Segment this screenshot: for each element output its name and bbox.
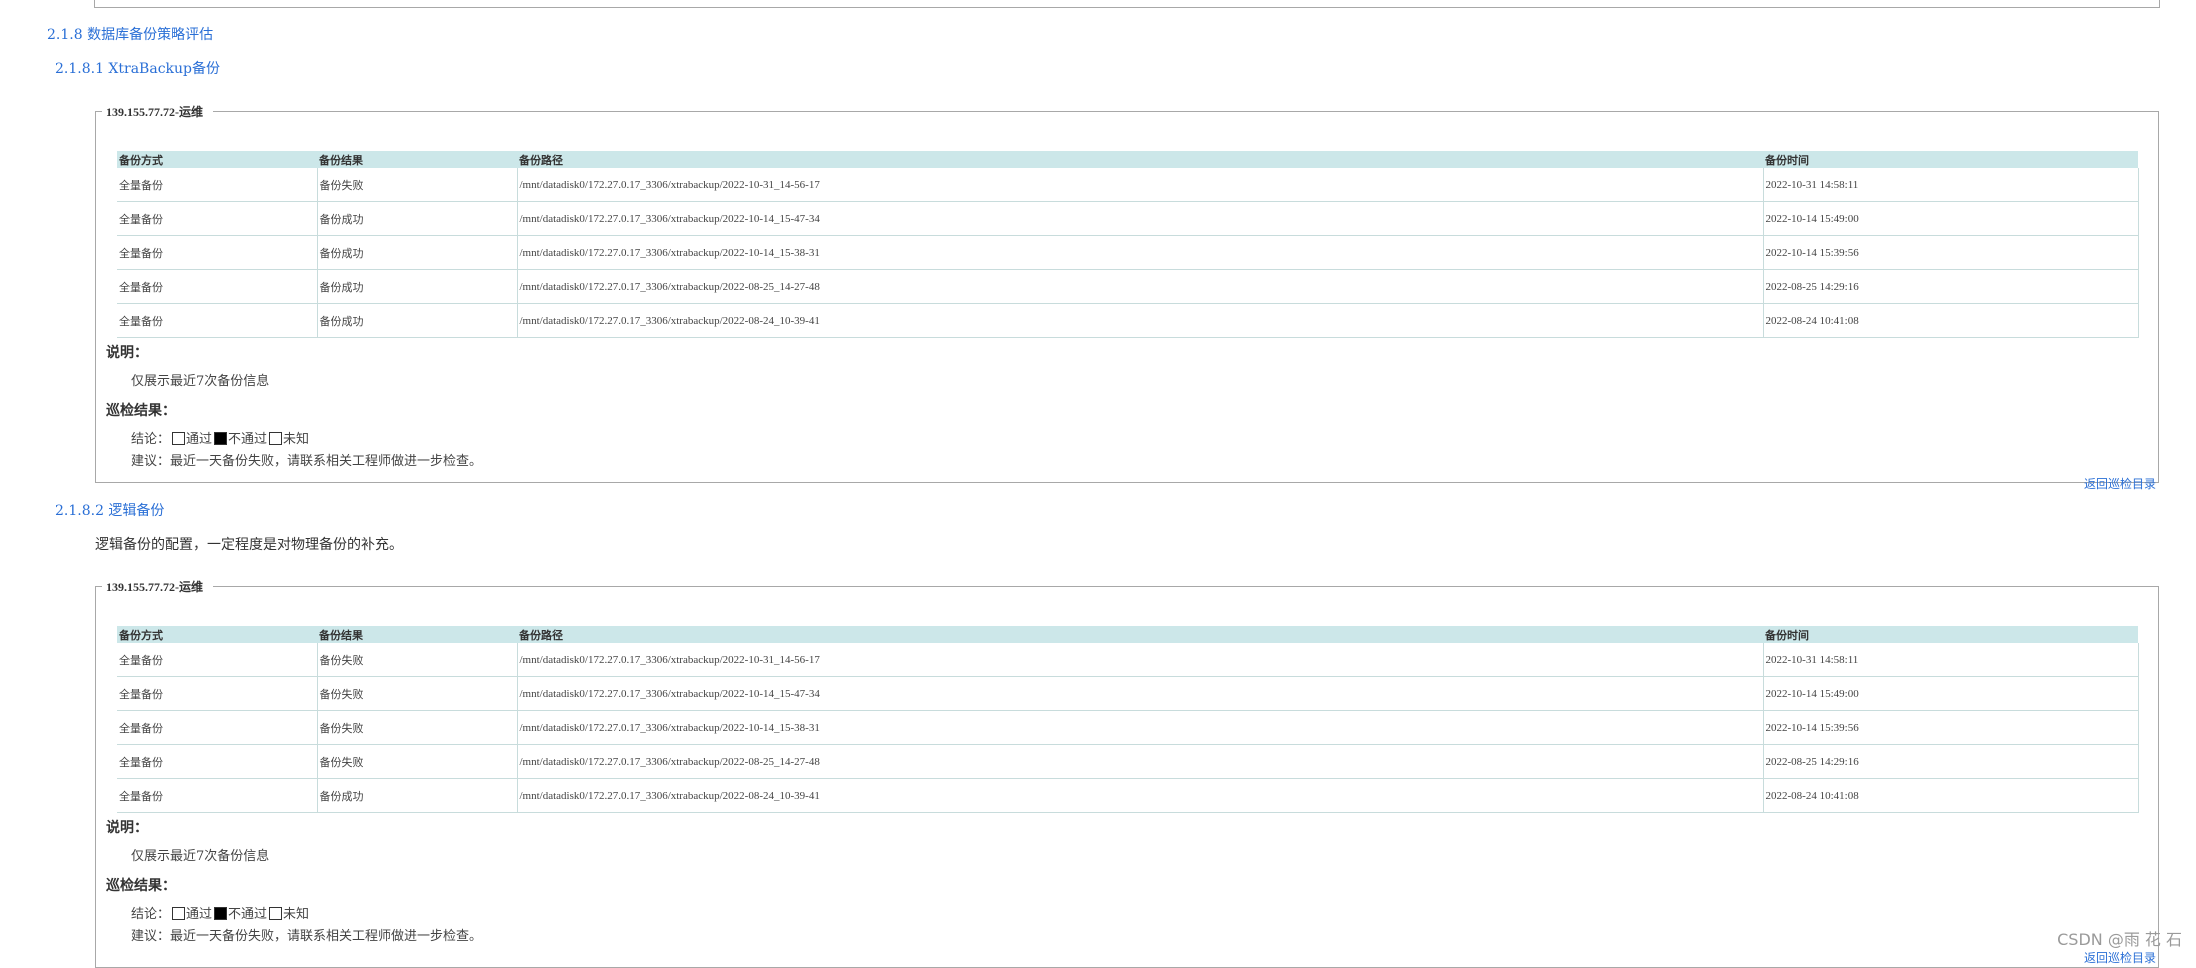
note-text: 仅展示最近7次备份信息 <box>131 849 270 864</box>
cell-path: /mnt/datadisk0/172.27.0.17_3306/xtraback… <box>516 744 1763 779</box>
cell-method: 全量备份 <box>117 235 317 270</box>
note-title: 说明： <box>106 820 148 836</box>
option-fail-label: 不通过 <box>228 907 268 922</box>
cell-time: 2022-10-31 14:58:11 <box>1762 168 2139 202</box>
option-fail-label: 不通过 <box>228 432 268 447</box>
panel-legend: 139.155.77.72-运维 <box>106 105 203 119</box>
table-header-row: 备份方式 备份结果 备份路径 备份时间 <box>117 151 2138 168</box>
cell-method: 全量备份 <box>117 778 317 813</box>
cell-method: 全量备份 <box>117 303 317 338</box>
suggestion-text: 建议：最近一天备份失败，请联系相关工程师做进一步检查。 <box>131 454 483 469</box>
checkbox-fail[interactable] <box>214 907 228 920</box>
table-row: 全量备份 备份失败 /mnt/datadisk0/172.27.0.17_330… <box>117 676 2139 711</box>
table-row: 全量备份 备份失败 /mnt/datadisk0/172.27.0.17_330… <box>117 643 2139 677</box>
option-pass-label: 通过 <box>186 432 213 447</box>
table-header-row: 备份方式 备份结果 备份路径 备份时间 <box>117 626 2138 643</box>
option-pass-label: 通过 <box>186 907 213 922</box>
cell-time: 2022-08-25 14:29:16 <box>1762 744 2139 779</box>
header-method: 备份方式 <box>117 626 317 643</box>
cell-result: 备份成功 <box>316 201 517 236</box>
conclusion-line: 结论： 通过 不通过 未知 <box>131 903 309 922</box>
cell-time: 2022-10-14 15:49:00 <box>1762 201 2139 236</box>
note-text: 仅展示最近7次备份信息 <box>131 374 270 389</box>
table-row: 全量备份 备份成功 /mnt/datadisk0/172.27.0.17_330… <box>117 303 2139 338</box>
cell-time: 2022-10-14 15:49:00 <box>1762 676 2139 711</box>
cell-result: 备份失败 <box>316 710 517 745</box>
checkbox-pass[interactable] <box>172 907 186 920</box>
cell-path: /mnt/datadisk0/172.27.0.17_3306/xtraback… <box>516 269 1763 304</box>
section-heading-2-1-8-2[interactable]: 2.1.8.2 逻辑备份 <box>55 500 164 520</box>
cell-path: /mnt/datadisk0/172.27.0.17_3306/xtraback… <box>516 676 1763 711</box>
panel-legend: 139.155.77.72-运维 <box>106 580 203 594</box>
option-unknown-label: 未知 <box>283 907 310 922</box>
cell-time: 2022-08-25 14:29:16 <box>1762 269 2139 304</box>
backup-panel-logical: 139.155.77.72-运维 备份方式 备份结果 备份路径 备份时间 全量备… <box>95 578 2159 968</box>
section-heading-2-1-8[interactable]: 2.1.8 数据库备份策略评估 <box>47 24 213 44</box>
cell-method: 全量备份 <box>117 201 317 236</box>
cell-path: /mnt/datadisk0/172.27.0.17_3306/xtraback… <box>516 201 1763 236</box>
cell-method: 全量备份 <box>117 269 317 304</box>
header-path: 备份路径 <box>517 151 1763 168</box>
result-title: 巡检结果： <box>106 403 176 419</box>
table-row: 全量备份 备份成功 /mnt/datadisk0/172.27.0.17_330… <box>117 269 2139 304</box>
checkbox-unknown[interactable] <box>269 907 283 920</box>
cell-result: 备份失败 <box>316 676 517 711</box>
back-to-index-link[interactable]: 返回巡检目录 <box>2084 949 2156 966</box>
cell-path: /mnt/datadisk0/172.27.0.17_3306/xtraback… <box>516 643 1763 677</box>
cell-method: 全量备份 <box>117 744 317 779</box>
conclusion-line: 结论： 通过 不通过 未知 <box>131 428 309 447</box>
table-row: 全量备份 备份成功 /mnt/datadisk0/172.27.0.17_330… <box>117 201 2139 236</box>
cell-time: 2022-10-31 14:58:11 <box>1762 643 2139 677</box>
cell-time: 2022-08-24 10:41:08 <box>1762 778 2139 813</box>
backup-table: 备份方式 备份结果 备份路径 备份时间 全量备份 备份失败 /mnt/datad… <box>117 626 2139 813</box>
header-method: 备份方式 <box>117 151 317 168</box>
suggestion-text: 建议：最近一天备份失败，请联系相关工程师做进一步检查。 <box>131 929 483 944</box>
section-heading-2-1-8-1[interactable]: 2.1.8.1 XtraBackup备份 <box>55 58 220 78</box>
conclusion-label: 结论： <box>131 907 171 922</box>
cell-method: 全量备份 <box>117 710 317 745</box>
header-time: 备份时间 <box>1763 626 2138 643</box>
cell-result: 备份失败 <box>316 643 517 677</box>
cell-result: 备份失败 <box>316 744 517 779</box>
result-title: 巡检结果： <box>106 878 176 894</box>
checkbox-unknown[interactable] <box>269 432 283 445</box>
backup-panel-xtrabackup: 139.155.77.72-运维 备份方式 备份结果 备份路径 备份时间 全量备… <box>95 103 2159 491</box>
cell-result: 备份成功 <box>316 269 517 304</box>
cell-result: 备份成功 <box>316 778 517 813</box>
cell-method: 全量备份 <box>117 643 317 677</box>
checkbox-pass[interactable] <box>172 432 186 445</box>
section-description: 逻辑备份的配置，一定程度是对物理备份的补充。 <box>95 537 403 553</box>
option-unknown-label: 未知 <box>283 432 310 447</box>
header-result: 备份结果 <box>317 151 517 168</box>
cell-time: 2022-10-14 15:39:56 <box>1762 235 2139 270</box>
cell-time: 2022-08-24 10:41:08 <box>1762 303 2139 338</box>
cell-time: 2022-10-14 15:39:56 <box>1762 710 2139 745</box>
cell-path: /mnt/datadisk0/172.27.0.17_3306/xtraback… <box>516 168 1763 202</box>
back-to-index-link[interactable]: 返回巡检目录 <box>2084 475 2156 492</box>
header-result: 备份结果 <box>317 626 517 643</box>
note-title: 说明： <box>106 345 148 361</box>
header-path: 备份路径 <box>517 626 1763 643</box>
conclusion-label: 结论： <box>131 432 171 447</box>
backup-table: 备份方式 备份结果 备份路径 备份时间 全量备份 备份失败 /mnt/datad… <box>117 151 2139 338</box>
cell-method: 全量备份 <box>117 676 317 711</box>
cell-result: 备份成功 <box>316 235 517 270</box>
cell-result: 备份成功 <box>316 303 517 338</box>
previous-panel-frame <box>94 0 2160 8</box>
cell-path: /mnt/datadisk0/172.27.0.17_3306/xtraback… <box>516 235 1763 270</box>
table-row: 全量备份 备份失败 /mnt/datadisk0/172.27.0.17_330… <box>117 744 2139 779</box>
cell-path: /mnt/datadisk0/172.27.0.17_3306/xtraback… <box>516 710 1763 745</box>
csdn-watermark: CSDN @雨 花 石 <box>2057 930 2182 949</box>
table-row: 全量备份 备份成功 /mnt/datadisk0/172.27.0.17_330… <box>117 235 2139 270</box>
cell-path: /mnt/datadisk0/172.27.0.17_3306/xtraback… <box>516 778 1763 813</box>
table-row: 全量备份 备份失败 /mnt/datadisk0/172.27.0.17_330… <box>117 710 2139 745</box>
cell-method: 全量备份 <box>117 168 317 202</box>
table-row: 全量备份 备份失败 /mnt/datadisk0/172.27.0.17_330… <box>117 168 2139 202</box>
header-time: 备份时间 <box>1763 151 2138 168</box>
checkbox-fail[interactable] <box>214 432 228 445</box>
table-row: 全量备份 备份成功 /mnt/datadisk0/172.27.0.17_330… <box>117 778 2139 813</box>
cell-result: 备份失败 <box>316 168 517 202</box>
cell-path: /mnt/datadisk0/172.27.0.17_3306/xtraback… <box>516 303 1763 338</box>
